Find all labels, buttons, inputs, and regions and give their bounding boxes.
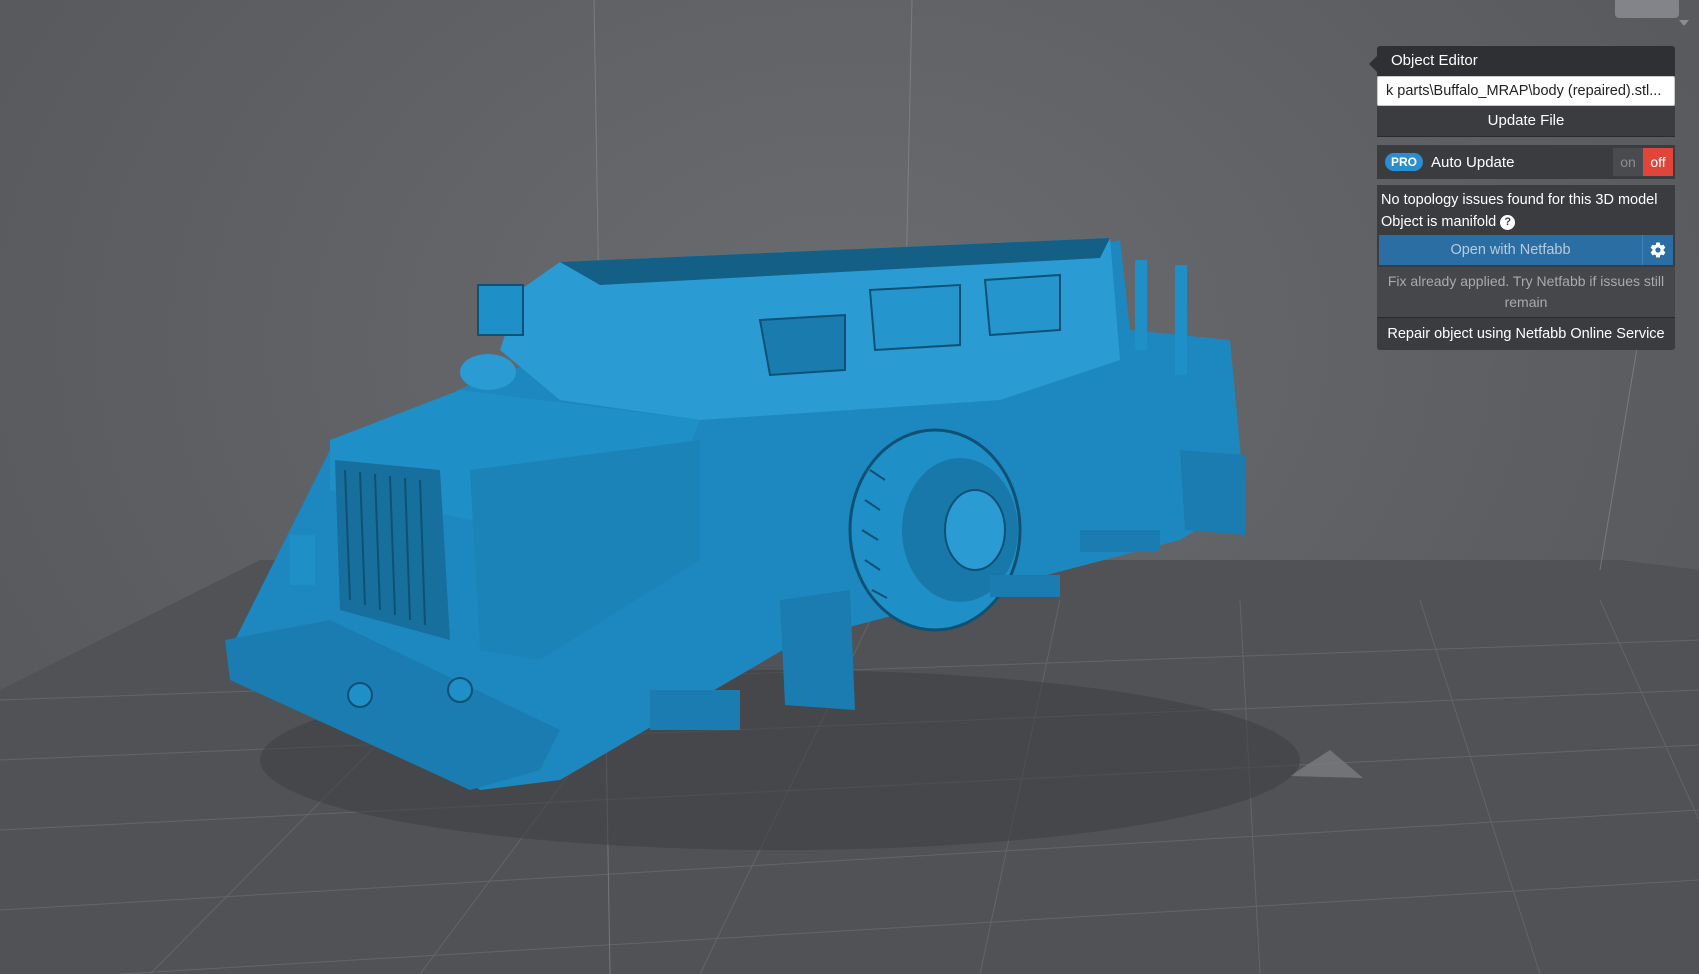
auto-update-row: PRO Auto Update on off — [1377, 145, 1675, 179]
netfabb-row: Open with Netfabb — [1379, 235, 1673, 265]
panel-pointer — [1369, 56, 1377, 72]
open-with-netfabb-button[interactable]: Open with Netfabb — [1379, 235, 1642, 265]
toggle-on[interactable]: on — [1613, 148, 1643, 176]
update-file-button[interactable]: Update File — [1377, 106, 1675, 137]
toggle-off[interactable]: off — [1643, 148, 1673, 176]
gear-icon — [1650, 242, 1666, 258]
view-cube[interactable] — [1615, 0, 1679, 18]
auto-update-label: Auto Update — [1431, 153, 1515, 171]
topology-status-box: No topology issues found for this 3D mod… — [1377, 185, 1675, 317]
repair-netfabb-online-button[interactable]: Repair object using Netfabb Online Servi… — [1377, 317, 1675, 350]
auto-update-toggle[interactable]: on off — [1613, 148, 1673, 176]
manifold-status: Object is manifold? — [1381, 211, 1671, 233]
file-path-input[interactable] — [1377, 76, 1675, 106]
panel-title: Object Editor — [1377, 46, 1675, 76]
manifold-status-text: Object is manifold — [1381, 214, 1497, 230]
fix-applied-note: Fix already applied. Try Netfabb if issu… — [1377, 267, 1675, 317]
pro-badge: PRO — [1385, 153, 1424, 171]
netfabb-settings-button[interactable] — [1642, 235, 1673, 265]
view-cube-dropdown-icon[interactable] — [1679, 20, 1689, 26]
object-editor-panel: Object Editor Update File PRO Auto Updat… — [1369, 46, 1675, 350]
topology-status-text: No topology issues found for this 3D mod… — [1381, 192, 1658, 208]
question-icon[interactable]: ? — [1500, 215, 1516, 230]
